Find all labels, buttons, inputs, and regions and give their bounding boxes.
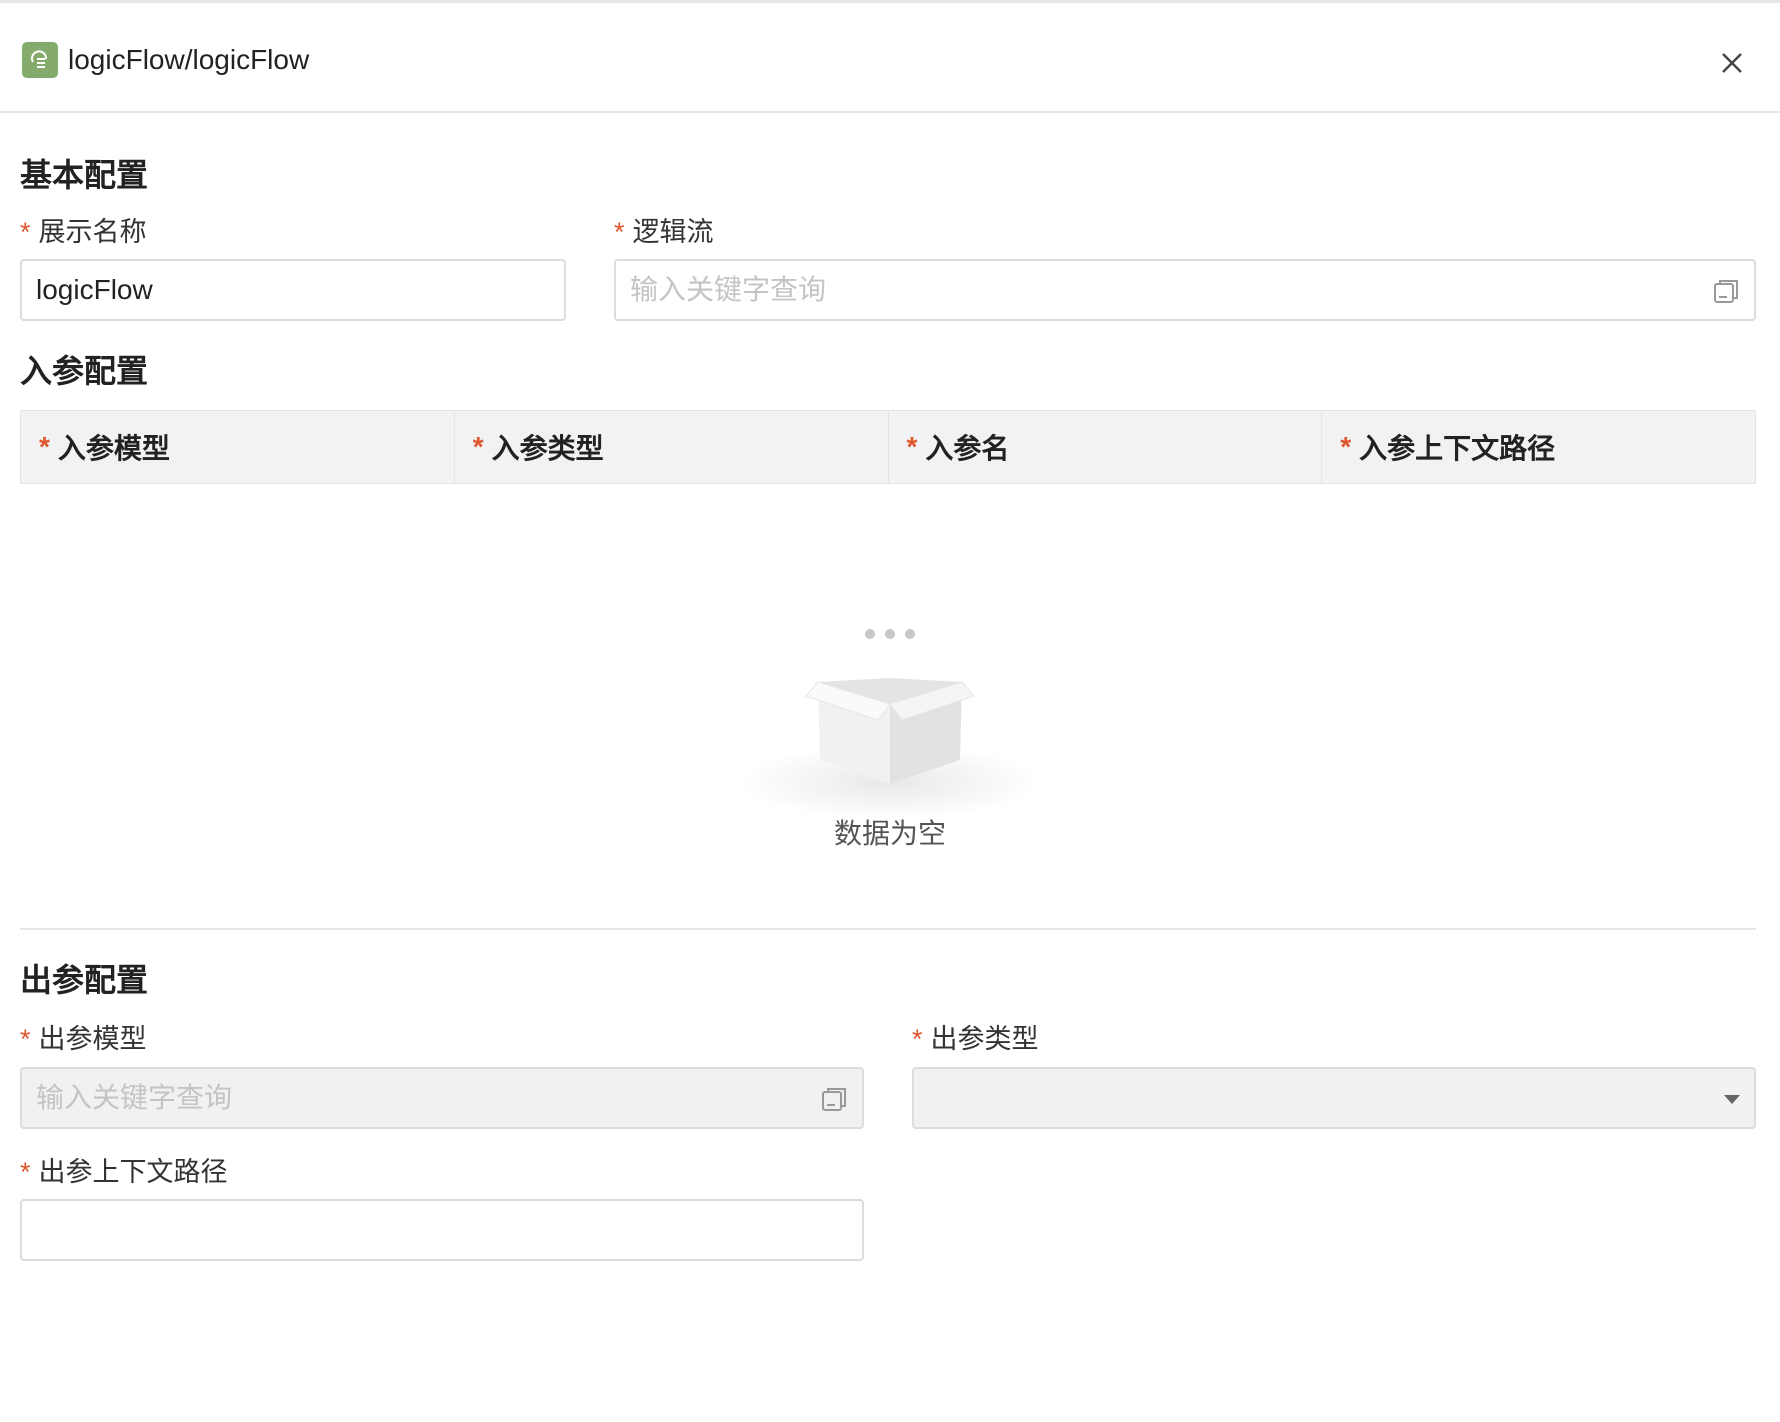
basic-config-title: 基本配置	[20, 157, 149, 193]
column-label: 入参类型	[491, 433, 604, 464]
close-icon[interactable]	[1716, 47, 1748, 79]
logic-flow-icon	[22, 42, 58, 78]
display-name-label: * 展示名称	[20, 214, 147, 250]
required-mark: *	[20, 217, 31, 247]
output-model-field[interactable]: 输入关键字查询	[20, 1067, 864, 1129]
output-type-label: * 出参类型	[912, 1021, 1039, 1057]
picker-icon[interactable]	[1712, 277, 1740, 305]
dialog-title: logicFlow/logicFlow	[68, 44, 310, 75]
section-divider	[20, 928, 1756, 930]
column-label: 入参上下文路径	[1359, 433, 1556, 464]
output-type-select[interactable]	[912, 1067, 1756, 1129]
input-params-table-header: * 入参模型 * 入参类型 * 入参名 * 入参上下文路径	[20, 410, 1756, 484]
display-name-value: logicFlow	[36, 274, 153, 305]
column-label: 入参模型	[57, 433, 170, 464]
required-mark: *	[39, 431, 50, 462]
required-mark: *	[906, 431, 918, 462]
output-params-title: 出参配置	[20, 962, 149, 998]
output-context-path-label-text: 出参上下文路径	[38, 1157, 228, 1187]
required-mark: *	[614, 217, 625, 247]
output-context-path-field[interactable]	[20, 1199, 864, 1261]
dialog-header: logicFlow/logicFlow	[0, 3, 1780, 113]
logic-flow-field[interactable]: 输入关键字查询	[614, 259, 1756, 321]
column-header: * 入参模型	[21, 411, 455, 483]
output-type-label-text: 出参类型	[930, 1024, 1039, 1054]
output-model-label-text: 出参模型	[38, 1024, 147, 1054]
logic-flow-label: * 逻辑流	[614, 214, 714, 250]
required-mark: *	[912, 1024, 923, 1054]
empty-text: 数据为空	[833, 818, 946, 849]
logic-flow-placeholder: 输入关键字查询	[630, 274, 827, 305]
column-header: * 入参名	[889, 411, 1323, 483]
display-name-field[interactable]: logicFlow	[20, 259, 566, 321]
column-header: * 入参上下文路径	[1322, 411, 1755, 483]
empty-box-icon	[740, 629, 1040, 820]
required-mark: *	[472, 431, 484, 462]
empty-state: 数据为空	[720, 620, 1060, 860]
picker-icon[interactable]	[820, 1085, 848, 1113]
column-header: * 入参类型	[455, 411, 889, 483]
chevron-down-icon[interactable]	[1724, 1095, 1740, 1104]
logic-flow-label-text: 逻辑流	[632, 217, 714, 247]
display-name-label-text: 展示名称	[38, 217, 147, 247]
required-mark: *	[1340, 431, 1352, 462]
output-model-placeholder: 输入关键字查询	[36, 1082, 233, 1113]
required-mark: *	[20, 1157, 31, 1187]
output-context-path-label: * 出参上下文路径	[20, 1154, 228, 1190]
column-label: 入参名	[925, 433, 1010, 464]
output-model-label: * 出参模型	[20, 1021, 147, 1057]
required-mark: *	[20, 1024, 31, 1054]
input-params-title: 入参配置	[20, 353, 149, 389]
